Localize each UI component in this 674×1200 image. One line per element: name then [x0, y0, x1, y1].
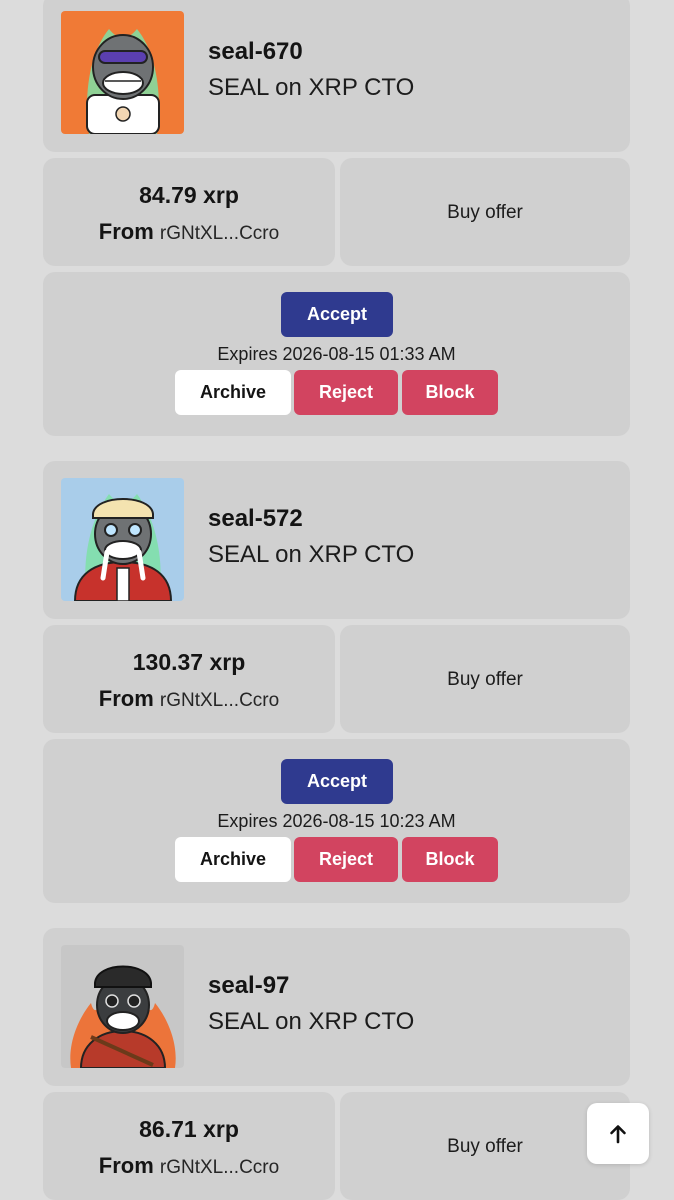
collection-name: SEAL on XRP CTO [208, 541, 415, 568]
seal-nft-image [61, 945, 184, 1068]
from-label: From [98, 219, 154, 244]
from-label: From [98, 686, 154, 711]
offer-type-card: Buy offer [340, 625, 630, 733]
nft-card[interactable]: seal-572 SEAL on XRP CTO [43, 461, 630, 619]
offer-price: 130.37 xrp [132, 649, 246, 675]
collection-name: SEAL on XRP CTO [208, 74, 415, 101]
nft-thumbnail[interactable] [61, 945, 184, 1068]
price-card: 84.79 xrp From rGNtXL...Ccro [43, 158, 335, 266]
offer-price: 84.79 xrp [139, 182, 239, 208]
accept-button[interactable]: Accept [281, 292, 393, 337]
block-button[interactable]: Block [402, 370, 498, 415]
offer-type-card: Buy offer [340, 158, 630, 266]
block-button[interactable]: Block [402, 837, 498, 882]
offer-from: From rGNtXL...Ccro [43, 686, 335, 712]
nft-name[interactable]: seal-97 [208, 972, 289, 1000]
nft-card[interactable]: seal-670 SEAL on XRP CTO [43, 0, 630, 152]
nft-thumbnail[interactable] [61, 11, 184, 134]
arrow-up-icon [610, 1124, 626, 1143]
seal-nft-image [61, 478, 184, 601]
offer-type: Buy offer [447, 669, 523, 690]
price-card: 130.37 xrp From rGNtXL...Ccro [43, 625, 335, 733]
from-address[interactable]: rGNtXL...Ccro [160, 1157, 279, 1178]
from-address[interactable]: rGNtXL...Ccro [160, 223, 279, 244]
from-address[interactable]: rGNtXL...Ccro [160, 690, 279, 711]
offer-type: Buy offer [447, 202, 523, 223]
seal-nft-image [61, 11, 184, 134]
offer-price: 86.71 xrp [139, 1116, 239, 1142]
collection-name: SEAL on XRP CTO [208, 1008, 415, 1035]
offer-actions-card: Accept Expires 2026-08-15 01:33 AM Archi… [43, 272, 630, 436]
nft-card[interactable]: seal-97 SEAL on XRP CTO [43, 928, 630, 1086]
offer-expiry: Expires 2026-08-15 10:23 AM [217, 811, 456, 831]
nft-name[interactable]: seal-572 [208, 505, 303, 533]
archive-button[interactable]: Archive [175, 370, 291, 415]
offer-from: From rGNtXL...Ccro [43, 1153, 335, 1179]
offer-from: From rGNtXL...Ccro [43, 219, 335, 245]
reject-button[interactable]: Reject [294, 837, 398, 882]
nft-thumbnail[interactable] [61, 478, 184, 601]
offer-actions-card: Accept Expires 2026-08-15 10:23 AM Archi… [43, 739, 630, 903]
nft-name[interactable]: seal-670 [208, 38, 303, 66]
reject-button[interactable]: Reject [294, 370, 398, 415]
archive-button[interactable]: Archive [175, 837, 291, 882]
from-label: From [98, 1153, 154, 1178]
scroll-to-top-button[interactable] [587, 1103, 649, 1164]
offer-expiry: Expires 2026-08-15 01:33 AM [217, 344, 456, 364]
accept-button[interactable]: Accept [281, 759, 393, 804]
price-card: 86.71 xrp From rGNtXL...Ccro [43, 1092, 335, 1200]
